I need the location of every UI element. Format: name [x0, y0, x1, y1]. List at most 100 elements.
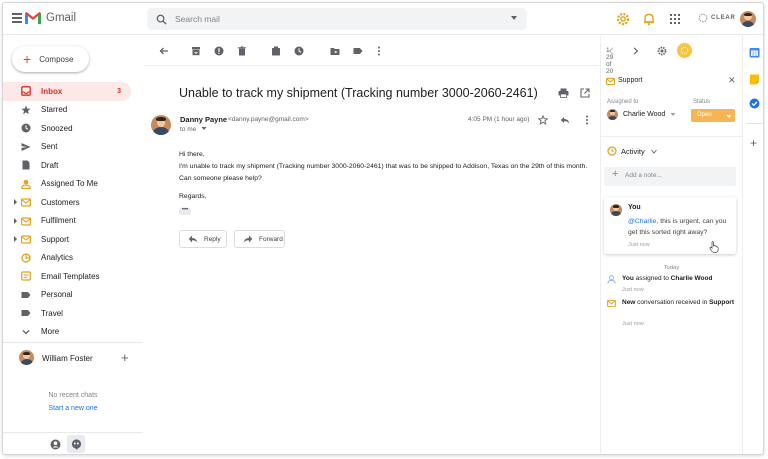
- activity-event: You assigned to Charlie Wood Just now: [605, 274, 740, 296]
- start-new-chat-link[interactable]: Start a new one: [3, 405, 143, 412]
- sender-email: <danny.payne@gmail.com>: [228, 116, 309, 123]
- sidebar-item-label: Draft: [41, 160, 59, 170]
- activity-event-text: You assigned to Charlie Wood: [622, 274, 737, 284]
- search-options-icon[interactable]: [511, 16, 517, 20]
- new-chat-plus-icon[interactable]: +: [121, 350, 129, 365]
- analytics-icon: [21, 252, 31, 263]
- more-vert-icon[interactable]: [374, 46, 384, 56]
- open-in-new-window-icon[interactable]: [580, 88, 590, 98]
- email-body-line: I'm unable to track my shipment (Trackin…: [179, 163, 588, 170]
- close-icon[interactable]: ✕: [728, 75, 736, 86]
- forward-button[interactable]: Forward: [234, 230, 285, 248]
- apps-grid-icon[interactable]: [668, 12, 682, 26]
- sidebar-item-analytics[interactable]: Analytics: [3, 249, 143, 268]
- recipient-summary[interactable]: to me: [180, 126, 207, 133]
- sidebar-item-sent[interactable]: Sent: [3, 138, 143, 157]
- snooze-clock-icon[interactable]: [294, 46, 304, 56]
- search-bar[interactable]: Search mail: [147, 8, 527, 30]
- settings-gear-icon[interactable]: [657, 46, 667, 56]
- sidebar-item-more[interactable]: More: [3, 323, 143, 342]
- gear-icon[interactable]: [616, 12, 630, 26]
- hangouts-icon: [71, 438, 81, 450]
- compose-button[interactable]: + Compose: [12, 46, 89, 72]
- show-trimmed-content-button[interactable]: •••: [179, 207, 191, 215]
- keep-notes-icon[interactable]: [749, 74, 760, 85]
- sidebar-item-fulfilment[interactable]: Fulfilment: [3, 212, 143, 231]
- caret-down-icon[interactable]: [201, 126, 207, 131]
- assignee-dropdown[interactable]: Charlie Wood: [607, 109, 676, 120]
- move-to-folder-icon[interactable]: [330, 46, 340, 56]
- event-action: conversation received in: [635, 299, 710, 306]
- move-to-inbox-icon[interactable]: [271, 46, 281, 56]
- sidebar-item-customers[interactable]: Customers: [3, 193, 143, 212]
- status-dropdown[interactable]: Open: [691, 109, 735, 122]
- chat-user-row[interactable]: William Foster +: [3, 348, 143, 370]
- sidebar-item-label: Inbox: [41, 86, 63, 96]
- chevron-down-icon: [650, 149, 657, 154]
- sidebar-item-travel[interactable]: Travel: [3, 304, 143, 323]
- chevron-down-icon: [22, 329, 30, 334]
- label-nav: Inbox 3 Starred Snoozed Sent Draft Assig…: [3, 82, 143, 341]
- more-vert-icon[interactable]: [582, 115, 592, 125]
- hangouts-tab[interactable]: [67, 435, 85, 453]
- chevron-left-icon[interactable]: [607, 46, 616, 56]
- star-outline-icon[interactable]: [538, 115, 548, 125]
- note-comment-card[interactable]: You @Charlie, this is urgent, can you ge…: [604, 197, 736, 254]
- assignee-name: Charlie Wood: [623, 111, 666, 118]
- sidebar-item-starred[interactable]: Starred: [3, 101, 143, 120]
- shared-inbox-icon: [21, 235, 31, 244]
- email-body-greeting: Hi there,: [179, 151, 205, 158]
- rail-divider: [747, 123, 762, 124]
- get-addons-plus-icon[interactable]: +: [750, 137, 757, 149]
- search-input[interactable]: Search mail: [175, 14, 220, 24]
- label-icon[interactable]: [353, 46, 363, 56]
- sidebar-bottom-bar: [3, 432, 143, 454]
- sidebar-item-email-templates[interactable]: Email Templates: [3, 267, 143, 286]
- bell-icon[interactable]: [642, 12, 656, 26]
- search-icon[interactable]: [156, 14, 167, 25]
- sidebar-item-draft[interactable]: Draft: [3, 156, 143, 175]
- sidebar-item-assigned-to-me[interactable]: Assigned To Me: [3, 175, 143, 194]
- archive-icon[interactable]: [191, 46, 201, 56]
- gmail-logo[interactable]: Gmail: [25, 12, 76, 24]
- sidebar-item-label: Email Templates: [41, 271, 100, 281]
- account-avatar[interactable]: [740, 11, 756, 27]
- top-header: Gmail Search mail CLEAR: [3, 3, 763, 35]
- panel-header-bar: [601, 36, 742, 66]
- activity-section-toggle[interactable]: Activity: [607, 146, 657, 156]
- expand-arrow-icon[interactable]: [14, 236, 17, 242]
- clear-label: CLEAR: [711, 15, 736, 21]
- menu-icon[interactable]: [12, 13, 22, 25]
- expand-arrow-icon[interactable]: [14, 199, 17, 205]
- chevron-right-icon[interactable]: [631, 46, 640, 56]
- template-icon: [21, 271, 31, 281]
- back-arrow-icon[interactable]: [159, 46, 169, 56]
- person-icon: [21, 179, 31, 189]
- mention-tag[interactable]: @Charlie: [628, 218, 656, 225]
- report-spam-icon[interactable]: [214, 46, 224, 56]
- sidebar-item-label: Customers: [41, 197, 80, 207]
- caret-down-icon: [670, 113, 676, 116]
- expand-arrow-icon[interactable]: [14, 217, 17, 224]
- sidebar-item-support[interactable]: Support: [3, 230, 143, 249]
- email-subject: Unable to track my shipment (Tracking nu…: [179, 86, 538, 100]
- panel-title: Support: [618, 77, 643, 84]
- reply-button[interactable]: Reply: [179, 230, 227, 248]
- delete-icon[interactable]: [237, 46, 247, 56]
- sidebar-item-personal[interactable]: Personal: [3, 286, 143, 305]
- caret-down-icon: [726, 115, 732, 118]
- contacts-icon[interactable]: [50, 439, 61, 450]
- label-icon: [21, 291, 31, 298]
- forward-label: Forward: [259, 235, 283, 243]
- reply-icon[interactable]: [560, 115, 570, 125]
- sidebar-item-snoozed[interactable]: Snoozed: [3, 119, 143, 138]
- clear-badge[interactable]: CLEAR: [698, 13, 736, 23]
- sidebar-item-inbox[interactable]: Inbox 3: [3, 82, 131, 101]
- calendar-icon[interactable]: 31: [749, 47, 760, 58]
- sender-name[interactable]: Danny Payne: [180, 115, 227, 124]
- tasks-icon[interactable]: [749, 98, 760, 109]
- clear-extension-button[interactable]: [677, 43, 692, 58]
- add-note-input[interactable]: + Add a note...: [604, 167, 736, 186]
- print-icon[interactable]: [558, 88, 569, 98]
- sender-avatar[interactable]: [151, 115, 171, 135]
